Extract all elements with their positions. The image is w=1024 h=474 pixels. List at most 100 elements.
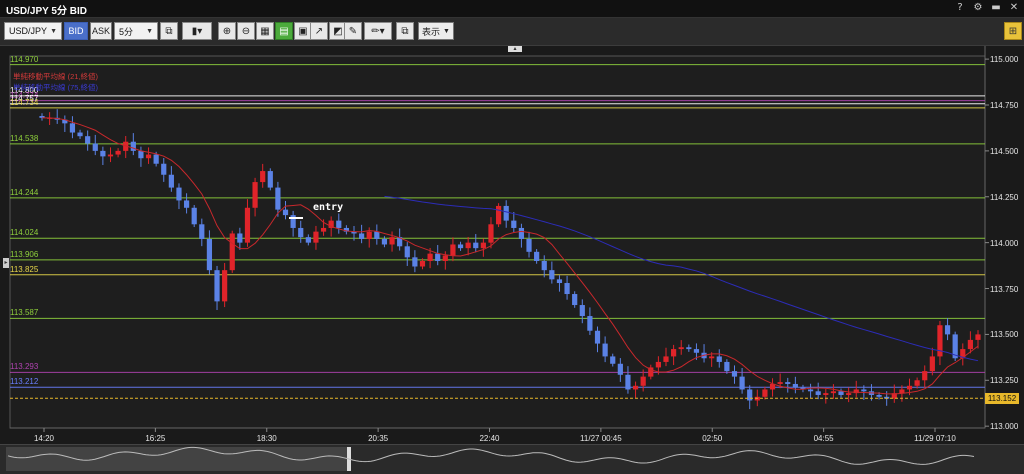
candle-body xyxy=(906,385,913,390)
candle-body xyxy=(480,242,486,249)
zoom-in-icon[interactable]: ⊕ xyxy=(218,22,236,40)
candle-body xyxy=(762,389,768,397)
entry-annotation: entry xyxy=(313,202,344,213)
legend-sma75: 単純移動平均線 (75,終値) xyxy=(13,83,99,92)
level-label: 113.212 xyxy=(10,377,39,387)
candle-body xyxy=(602,343,608,357)
navigator-pane[interactable] xyxy=(0,444,1024,474)
candle-body xyxy=(153,154,159,164)
candle-body xyxy=(69,123,76,133)
navigator-sparkline[interactable] xyxy=(0,445,1024,474)
gear-icon[interactable]: ⚙ xyxy=(972,1,984,15)
erase-drawings-icon[interactable]: ✎ xyxy=(344,22,362,40)
candle-body xyxy=(967,339,973,350)
x-tick-label: 14:20 xyxy=(33,434,55,443)
draw-tool-icon[interactable]: ↗ xyxy=(310,22,328,40)
level-label: 114.244 xyxy=(10,187,39,197)
x-tick-label: 04:55 xyxy=(813,434,834,443)
candle-body xyxy=(92,143,98,151)
candle-body xyxy=(107,154,114,157)
candle-body xyxy=(229,233,235,271)
navigator-window xyxy=(6,447,351,471)
candle-body xyxy=(305,237,311,243)
display-menu[interactable]: 表示 ▼ xyxy=(418,22,454,40)
candle-body xyxy=(861,389,867,392)
candle-body xyxy=(389,237,395,245)
y-tick-label: 113.500 xyxy=(990,330,1019,340)
candle-body xyxy=(830,391,837,394)
candle-body xyxy=(564,283,570,295)
candle-body xyxy=(199,224,205,239)
candle-body xyxy=(640,376,646,386)
candle-body xyxy=(313,231,319,243)
grid-icon[interactable]: ▦ xyxy=(256,22,274,40)
chart-area[interactable]: ▴ ▸ 114.970 114.800 114.774 114.757 114.734 1… xyxy=(0,46,1024,474)
current-price-tag: 113.152 xyxy=(985,393,1019,405)
candle-body xyxy=(663,356,669,362)
split-view-icon[interactable]: ▤ xyxy=(275,22,293,40)
timeframe-select[interactable]: 5分 ▼ xyxy=(114,22,158,40)
bid-toggle[interactable]: BID xyxy=(64,22,88,40)
candle-body xyxy=(534,251,540,261)
pen-tool-icon[interactable]: ✏▾ xyxy=(364,22,392,40)
y-tick-label: 113.000 xyxy=(990,422,1019,432)
candle-body xyxy=(807,389,814,392)
candle-body xyxy=(815,391,821,395)
candle-body xyxy=(206,238,213,271)
level-label: 113.906 xyxy=(10,249,39,259)
layers-icon[interactable]: ⧉ xyxy=(396,22,414,40)
candle-body xyxy=(937,325,943,357)
candle-body xyxy=(678,347,684,350)
candle-body xyxy=(442,255,448,261)
close-icon[interactable]: ✕ xyxy=(1008,1,1020,15)
candle-body xyxy=(183,200,190,208)
level-label: 113.825 xyxy=(10,264,39,274)
candle-body xyxy=(495,205,502,225)
chart-type-icon[interactable]: ▮▾ xyxy=(182,22,212,40)
candle-body xyxy=(838,391,844,395)
x-tick-label: 11/29 07:10 xyxy=(914,434,956,443)
candle-body xyxy=(412,257,418,267)
copy-chart-icon[interactable]: ⧉ xyxy=(160,22,178,40)
candle-body xyxy=(625,374,631,390)
candle-body xyxy=(214,270,220,302)
y-tick-label: 113.250 xyxy=(990,376,1019,386)
zoom-out-icon[interactable]: ⊖ xyxy=(237,22,255,40)
layout-icon[interactable]: ⊞ xyxy=(1004,22,1022,40)
candle-body xyxy=(747,389,753,401)
level-label: 114.734 xyxy=(10,97,39,107)
window-title: USD/JPY 5分 BID xyxy=(6,6,87,17)
candle-body xyxy=(374,231,380,239)
help-icon[interactable]: ? xyxy=(954,1,966,15)
candle-body xyxy=(709,356,715,359)
level-label: 113.293 xyxy=(10,362,39,372)
candle-body xyxy=(320,227,327,232)
y-tick-label: 114.750 xyxy=(990,101,1019,110)
candle-body xyxy=(168,174,174,188)
price-chart[interactable] xyxy=(0,46,1024,473)
candle-body xyxy=(572,294,578,306)
candle-body xyxy=(381,238,388,245)
candle-body xyxy=(556,279,563,284)
x-tick-label: 20:35 xyxy=(368,434,389,443)
candle-body xyxy=(419,260,426,267)
minimize-icon[interactable]: ▬ xyxy=(990,1,1002,15)
candle-body xyxy=(473,242,479,249)
level-label: 113.587 xyxy=(10,308,39,318)
candle-body xyxy=(100,150,106,157)
ask-toggle[interactable]: ASK xyxy=(90,22,112,40)
symbol-select[interactable]: USD/JPY ▼ xyxy=(4,22,62,40)
collapse-toolbar-icon[interactable]: ▴ xyxy=(508,46,522,52)
y-tick-label: 114.000 xyxy=(990,238,1019,248)
x-tick-label: 11/27 00:45 xyxy=(580,434,622,443)
candle-body xyxy=(922,371,928,381)
candle-body xyxy=(518,227,525,239)
candle-body xyxy=(617,363,623,375)
side-panel-handle-icon[interactable]: ▸ xyxy=(3,258,9,268)
y-tick-label: 113.750 xyxy=(990,284,1019,294)
candle-body xyxy=(282,209,289,216)
candle-body xyxy=(686,347,692,350)
candle-body xyxy=(435,253,441,261)
chevron-down-icon: ▼ xyxy=(146,27,153,35)
candle-body xyxy=(130,141,136,151)
